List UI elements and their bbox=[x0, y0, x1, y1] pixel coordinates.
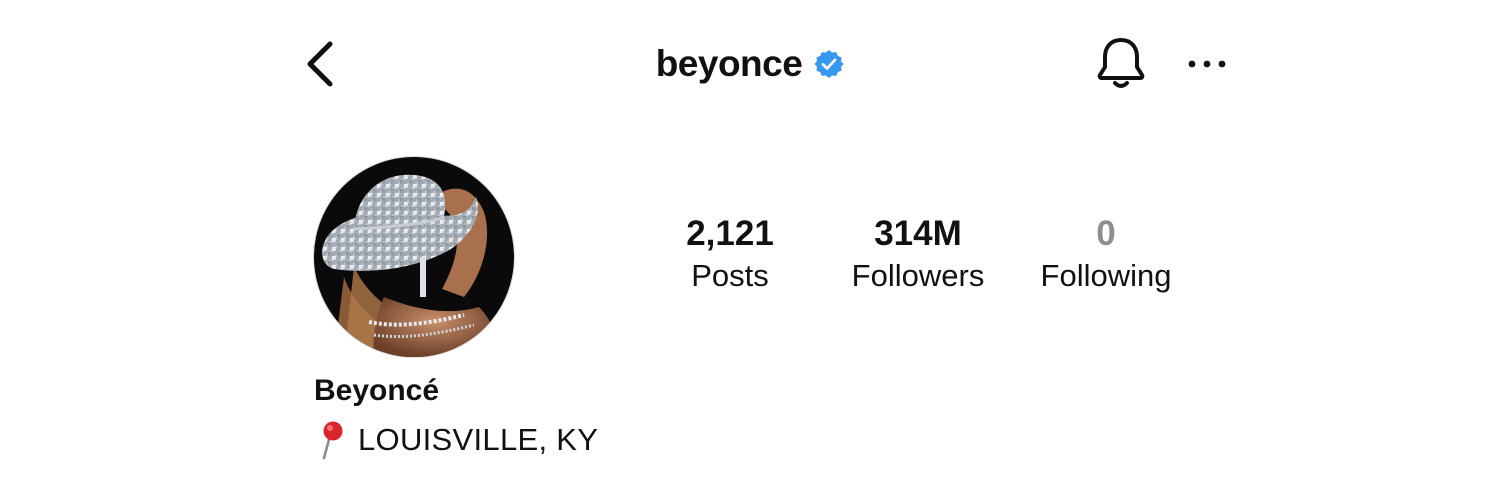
more-options-button[interactable] bbox=[1182, 46, 1232, 82]
notifications-button[interactable] bbox=[1092, 34, 1150, 94]
followers-count: 314M bbox=[874, 214, 962, 253]
location-text: LOUISVILLE, KY bbox=[358, 422, 599, 457]
avatar-image bbox=[314, 157, 514, 357]
location-row: LOUISVILLE, KY bbox=[316, 420, 598, 460]
header-title: beyonce bbox=[0, 40, 1500, 88]
followers-label: Followers bbox=[851, 258, 985, 293]
username-title: beyonce bbox=[655, 43, 803, 84]
posts-label: Posts bbox=[691, 258, 769, 293]
following-count: 0 bbox=[1096, 214, 1116, 253]
followers-stat[interactable]: 314M Followers bbox=[818, 212, 1018, 296]
profile-avatar[interactable] bbox=[313, 156, 515, 358]
following-label: Following bbox=[1040, 258, 1172, 293]
verified-badge-icon bbox=[814, 50, 844, 78]
posts-count: 2,121 bbox=[686, 214, 774, 253]
posts-stat[interactable]: 2,121 Posts bbox=[630, 212, 830, 296]
more-horizontal-icon bbox=[1188, 60, 1226, 68]
bell-icon bbox=[1097, 38, 1145, 88]
following-stat[interactable]: 0 Following bbox=[1006, 212, 1206, 296]
display-name: Beyoncé bbox=[314, 374, 440, 407]
round-pushpin-icon bbox=[322, 421, 343, 460]
